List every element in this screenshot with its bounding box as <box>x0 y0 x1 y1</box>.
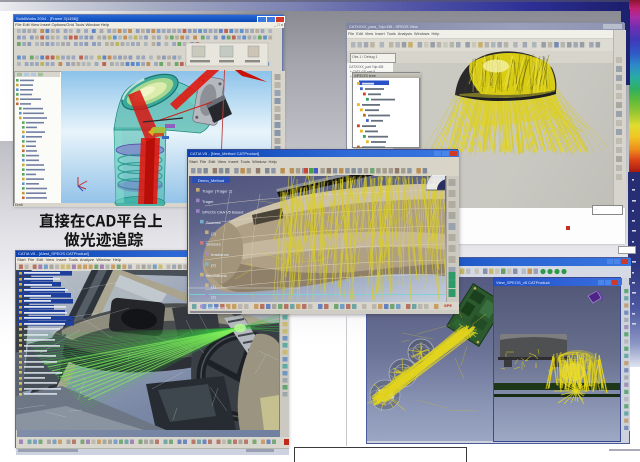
svg-text:(1): (1) <box>211 284 217 289</box>
svg-text:(2): (2) <box>211 231 217 236</box>
svg-text:Sensors: Sensors <box>206 241 221 246</box>
svg-text:(2): (2) <box>211 263 217 268</box>
svg-text:Applications: Applications <box>206 305 228 310</box>
svg-text:Demo_Method: Demo_Method <box>198 178 224 183</box>
svg-text:Trager: Trager <box>202 199 214 204</box>
svg-text:SPEOS CAA V5 Based: SPEOS CAA V5 Based <box>202 210 243 215</box>
svg-text:Trager (Trager 2): Trager (Trager 2) <box>202 188 233 193</box>
svg-text:Sources: Sources <box>206 220 221 225</box>
svg-text:Simulations: Simulations <box>206 273 227 278</box>
svg-text:Irradiance: Irradiance <box>211 252 230 257</box>
svg-text:(2): (2) <box>211 294 217 299</box>
